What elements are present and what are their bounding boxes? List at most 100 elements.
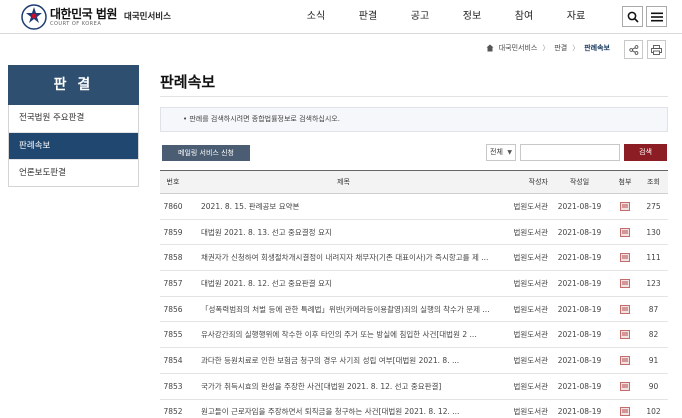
chevron-down-icon: ▼ <box>507 149 512 156</box>
row-title-link[interactable]: 원고들이 근로자임을 주장하면서 퇴직금을 청구하는 사건[대법원 2021. … <box>186 406 501 417</box>
mailing-service-button[interactable]: 메일링 서비스 신청 <box>162 145 250 161</box>
table-row[interactable]: 7853 국가가 취득시효의 완성을 주장한 사건[대법원 2021. 8. 12… <box>160 374 668 400</box>
breadcrumb-item-judgments[interactable]: 판결 <box>554 43 567 53</box>
row-views: 123 <box>646 278 661 288</box>
header-title: 제목 <box>337 178 350 186</box>
row-title-link[interactable]: 채권자가 신청하여 회생절차개시결정이 내려지자 채무자(기존 대표이사)가 즉… <box>186 252 501 263</box>
row-date: 2021-08-19 <box>557 201 602 211</box>
menu-button[interactable] <box>646 6 667 27</box>
sidebar-menu: 전국법원 주요판결 판례속보 언론보도판결 <box>8 105 139 187</box>
nav-item-notices[interactable]: 공고 <box>394 0 446 33</box>
search-button[interactable] <box>622 6 643 27</box>
site-header: 대한민국 법원 COURT OF KOREA 대국민서비스 소식 판결 공고 정… <box>0 0 682 34</box>
search-scope-value: 전체 <box>490 148 503 156</box>
row-date: 2021-08-19 <box>557 278 602 288</box>
header-file: 첨부 <box>618 178 632 186</box>
precedent-table: 번호 제목 작성자 작성일 첨부 조회 7860 2021. 8. 15. 판례공… <box>160 170 668 418</box>
row-attachment[interactable] <box>611 381 639 391</box>
attachment-file-icon <box>620 227 630 237</box>
breadcrumb: 대국민서비스 〉 판결 〉 판례속보 <box>486 43 610 53</box>
row-attachment[interactable] <box>611 330 639 340</box>
breadcrumb-item-current: 판례속보 <box>584 44 610 52</box>
row-date: 2021-08-19 <box>557 355 602 365</box>
row-date: 2021-08-19 <box>557 253 602 263</box>
row-views: 111 <box>646 253 661 263</box>
row-date: 2021-08-19 <box>557 381 602 391</box>
table-header: 번호 제목 작성자 작성일 첨부 조회 <box>160 170 668 194</box>
row-views: 102 <box>646 407 661 417</box>
row-number: 7859 <box>163 227 183 237</box>
search-icon <box>627 11 639 23</box>
row-attachment[interactable] <box>611 227 639 237</box>
table-row[interactable]: 7856 「성폭력범죄의 처벌 등에 관한 특례법」위반(카메라등이용촬영)죄의 … <box>160 297 668 323</box>
print-icon <box>651 44 662 55</box>
row-author: 법원도서관 <box>513 227 549 237</box>
nav-item-judgments[interactable]: 판결 <box>342 0 394 33</box>
service-name[interactable]: 대국민서비스 <box>124 10 171 22</box>
attachment-file-icon <box>620 330 630 340</box>
header-date: 작성일 <box>569 178 590 186</box>
search-scope-select[interactable]: 전체 ▼ <box>486 144 516 161</box>
row-attachment[interactable] <box>611 356 639 365</box>
row-views: 87 <box>648 304 659 314</box>
breadcrumb-bar: 대국민서비스 〉 판결 〉 판례속보 <box>0 34 682 64</box>
table-row[interactable]: 7860 2021. 8. 15. 판례공보 요약본 법원도서관 2021-08-19… <box>160 194 668 220</box>
breadcrumb-separator: 〉 <box>572 44 580 52</box>
search-submit-button[interactable]: 검색 <box>624 144 667 161</box>
row-author: 법원도서관 <box>513 407 549 417</box>
row-number: 7854 <box>163 355 183 365</box>
breadcrumb-item-service[interactable]: 대국민서비스 <box>499 43 538 53</box>
row-attachment[interactable] <box>611 253 639 263</box>
row-number: 7855 <box>163 330 183 340</box>
row-title-link[interactable]: 국가가 취득시효의 완성을 주장한 사건[대법원 2021. 8. 12. 선고… <box>186 381 501 392</box>
share-button[interactable] <box>624 40 643 59</box>
attachment-file-icon <box>620 356 630 365</box>
row-title-link[interactable]: 유사강간죄의 실행행위에 착수한 이후 타인의 주거 또는 방실에 침입한 사건… <box>186 329 501 340</box>
header-author: 작성자 <box>528 178 548 186</box>
table-row[interactable]: 7855 유사강간죄의 실행행위에 착수한 이후 타인의 주거 또는 방실에 침입… <box>160 322 668 349</box>
row-title-link[interactable]: 2021. 8. 15. 판례공보 요약본 <box>186 201 501 212</box>
brand-name: 대한민국 법원 <box>50 7 117 21</box>
row-attachment[interactable] <box>611 304 639 314</box>
row-views: 82 <box>648 330 659 340</box>
attachment-file-icon <box>620 304 630 314</box>
row-attachment[interactable] <box>611 279 639 288</box>
row-views: 91 <box>648 355 659 365</box>
nav-item-news[interactable]: 소식 <box>290 0 342 33</box>
sidebar-item-precedent-news[interactable]: 판례속보 <box>9 132 138 159</box>
home-icon[interactable] <box>486 44 494 52</box>
row-author: 법원도서관 <box>513 253 549 263</box>
table-body: 7860 2021. 8. 15. 판례공보 요약본 법원도서관 2021-08-19… <box>160 194 668 418</box>
table-row[interactable]: 7859 대법원 2021. 8. 13. 선고 중요결정 요지 법원도서관 2021… <box>160 220 668 246</box>
nav-item-materials[interactable]: 자료 <box>550 0 602 33</box>
row-attachment[interactable] <box>611 407 639 417</box>
search-input[interactable] <box>520 144 620 161</box>
row-title-link[interactable]: 과다한 등원치료로 인한 보험금 청구의 경우 사기죄 성립 여부[대법원 20… <box>186 355 501 366</box>
court-emblem-icon[interactable] <box>20 3 48 31</box>
attachment-file-icon <box>620 407 630 417</box>
table-row[interactable]: 7857 대법원 2021. 8. 12. 선고 중요판결 요지 법원도서관 2021… <box>160 271 668 297</box>
sidebar-item-press-judgments[interactable]: 언론보도판결 <box>9 159 138 186</box>
nav-item-info[interactable]: 정보 <box>446 0 498 33</box>
attachment-file-icon <box>620 201 630 211</box>
row-number: 7860 <box>163 201 183 211</box>
table-row[interactable]: 7858 채권자가 신청하여 회생절차개시결정이 내려지자 채무자(기존 대표이사… <box>160 245 668 272</box>
share-icon <box>628 44 638 55</box>
nav-item-participation[interactable]: 참여 <box>498 0 550 33</box>
row-views: 130 <box>646 227 661 237</box>
row-title-link[interactable]: 대법원 2021. 8. 12. 선고 중요판결 요지 <box>186 278 501 289</box>
row-number: 7852 <box>163 407 183 417</box>
row-attachment[interactable] <box>611 201 639 211</box>
title-divider <box>160 96 668 97</box>
print-button[interactable] <box>647 40 666 59</box>
table-row[interactable]: 7854 과다한 등원치료로 인한 보험금 청구의 경우 사기죄 성립 여부[대법… <box>160 348 668 374</box>
page-title: 판례속보 <box>160 73 216 91</box>
brand[interactable]: 대한민국 법원 COURT OF KOREA <box>50 5 117 27</box>
sidebar-item-major-judgments[interactable]: 전국법원 주요판결 <box>9 105 138 132</box>
row-title-link[interactable]: 대법원 2021. 8. 13. 선고 중요결정 요지 <box>186 227 501 238</box>
row-author: 법원도서관 <box>513 201 549 211</box>
row-number: 7853 <box>163 381 183 391</box>
sidebar-title: 판 결 <box>8 65 139 105</box>
table-row[interactable]: 7852 원고들이 근로자임을 주장하면서 퇴직금을 청구하는 사건[대법원 20… <box>160 400 668 418</box>
row-title-link[interactable]: 「성폭력범죄의 처벌 등에 관한 특례법」위반(카메라등이용촬영)죄의 실행의 … <box>186 304 501 315</box>
